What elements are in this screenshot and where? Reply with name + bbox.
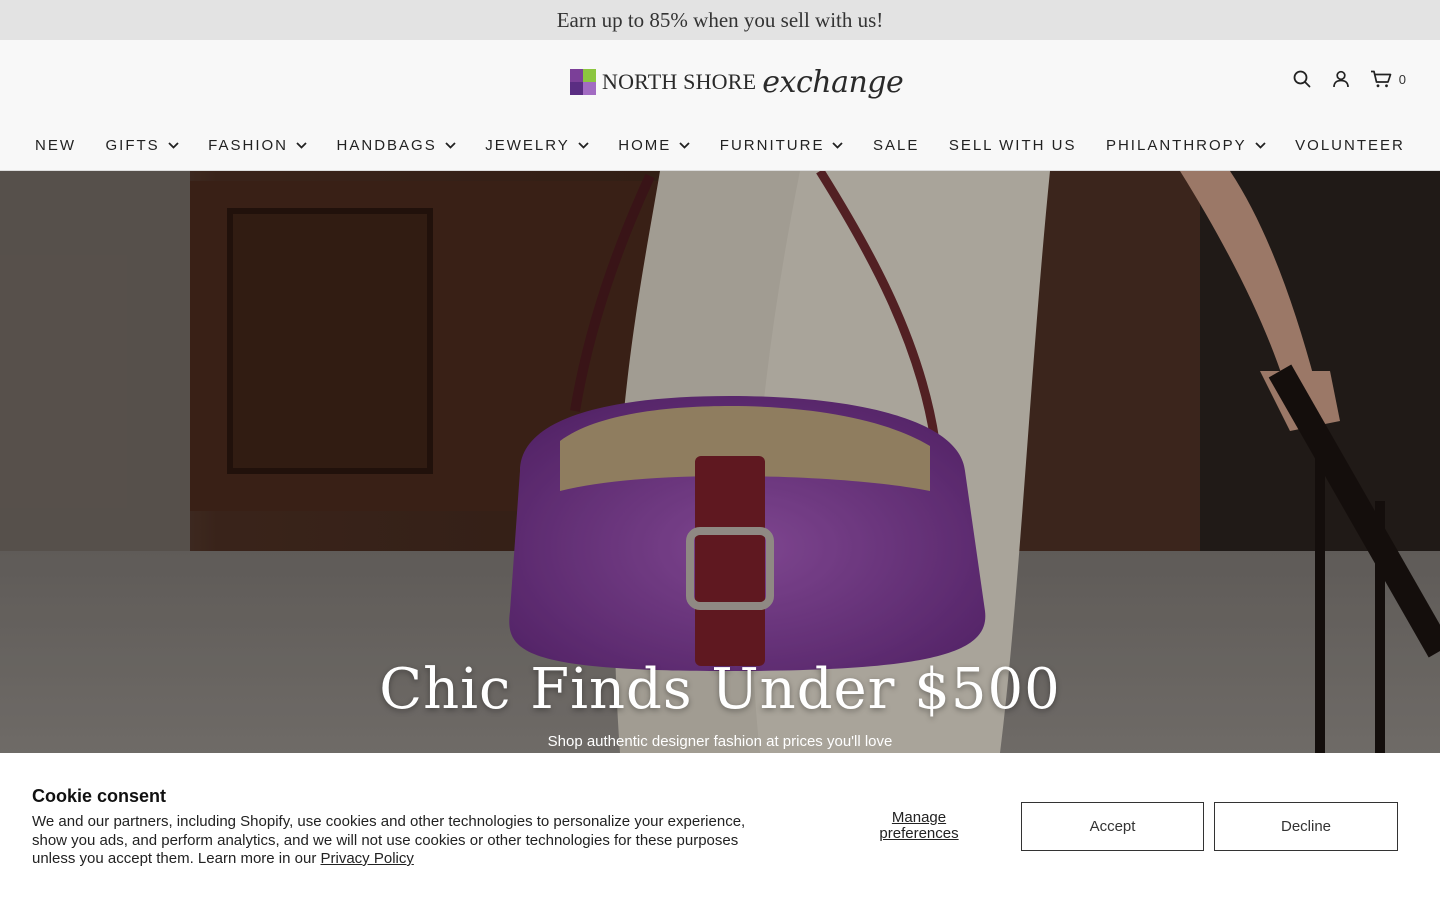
nav-item-new[interactable]: NEW: [35, 134, 76, 156]
nav-item-home[interactable]: HOME: [618, 134, 690, 156]
nav-item-label: FASHION: [208, 136, 289, 154]
cart-count[interactable]: 0: [1399, 72, 1406, 87]
nav-item-label: HANDBAGS: [336, 136, 437, 154]
manage-line-2: preferences: [879, 825, 959, 842]
site-header: NORTH SHORE exchange 0 NEW GIFTS FASHION HA…: [0, 40, 1440, 171]
nav-item-label: JEWELRY: [485, 136, 570, 154]
chevron-down-icon: [679, 141, 690, 149]
nav-item-jewelry[interactable]: JEWELRY: [485, 134, 589, 156]
nav-item-handbags[interactable]: HANDBAGS: [337, 134, 456, 156]
nav-item-volunteer[interactable]: VOLUNTEER: [1295, 134, 1405, 156]
chevron-down-icon: [578, 141, 589, 149]
nav-item-sale[interactable]: SALE: [873, 134, 919, 156]
cookie-consent-banner: Cookie consent We and our partners, incl…: [0, 753, 1440, 900]
hero-banner[interactable]: Chic Finds Under $500 Shop authentic des…: [0, 171, 1440, 753]
nav-item-philanthropy[interactable]: PHILANTHROPY: [1106, 134, 1266, 156]
nav-item-furniture[interactable]: FURNITURE: [720, 134, 844, 156]
cart-icon[interactable]: [1369, 68, 1393, 90]
accept-button[interactable]: Accept: [1021, 802, 1204, 851]
nav-item-label: SALE: [872, 136, 920, 154]
search-icon[interactable]: [1291, 68, 1313, 90]
nav-item-label: HOME: [618, 136, 672, 154]
nav-item-label: NEW: [35, 136, 76, 154]
nav-item-label: VOLUNTEER: [1295, 136, 1405, 154]
logo-script-text: exchange: [762, 64, 904, 100]
announcement-bar[interactable]: Earn up to 85% when you sell with us!: [0, 0, 1440, 40]
nav-item-label: FURNITURE: [719, 136, 825, 154]
hero-subtitle: Shop authentic designer fashion at price…: [547, 733, 893, 750]
logo-mark-icon: [570, 69, 596, 95]
chevron-down-icon: [445, 141, 456, 149]
privacy-policy-link[interactable]: Privacy Policy: [321, 850, 414, 867]
main-nav: NEW GIFTS FASHION HANDBAGS JEWELRY HOME FURNIT…: [0, 134, 1440, 156]
nav-item-label: SELL WITH US: [948, 136, 1077, 154]
user-icon[interactable]: [1330, 68, 1352, 90]
announcement-text[interactable]: Earn up to 85% when you sell with us!: [557, 8, 884, 33]
cookie-title: Cookie consent: [32, 786, 167, 806]
nav-item-gifts[interactable]: GIFTS: [106, 134, 179, 156]
cookie-text: We and our partners, including Shopify, …: [32, 813, 762, 869]
nav-item-label: PHILANTHROPY: [1105, 136, 1247, 154]
chevron-down-icon: [296, 141, 307, 149]
site-logo[interactable]: NORTH SHORE exchange: [570, 64, 904, 100]
decline-button[interactable]: Decline: [1214, 802, 1398, 851]
nav-item-sell-with-us[interactable]: SELL WITH US: [949, 134, 1077, 156]
nav-item-fashion[interactable]: FASHION: [208, 134, 307, 156]
hero-title: Chic Finds Under $500: [379, 657, 1061, 722]
chevron-down-icon: [168, 141, 179, 149]
manage-preferences-link[interactable]: Manage preferences: [860, 810, 978, 842]
chevron-down-icon: [832, 141, 844, 149]
logo-text: NORTH SHORE: [602, 69, 757, 94]
nav-item-label: GIFTS: [105, 136, 160, 154]
header-actions: 0: [1274, 68, 1406, 90]
chevron-down-icon: [1255, 141, 1266, 149]
manage-line-1: Manage: [891, 809, 947, 826]
